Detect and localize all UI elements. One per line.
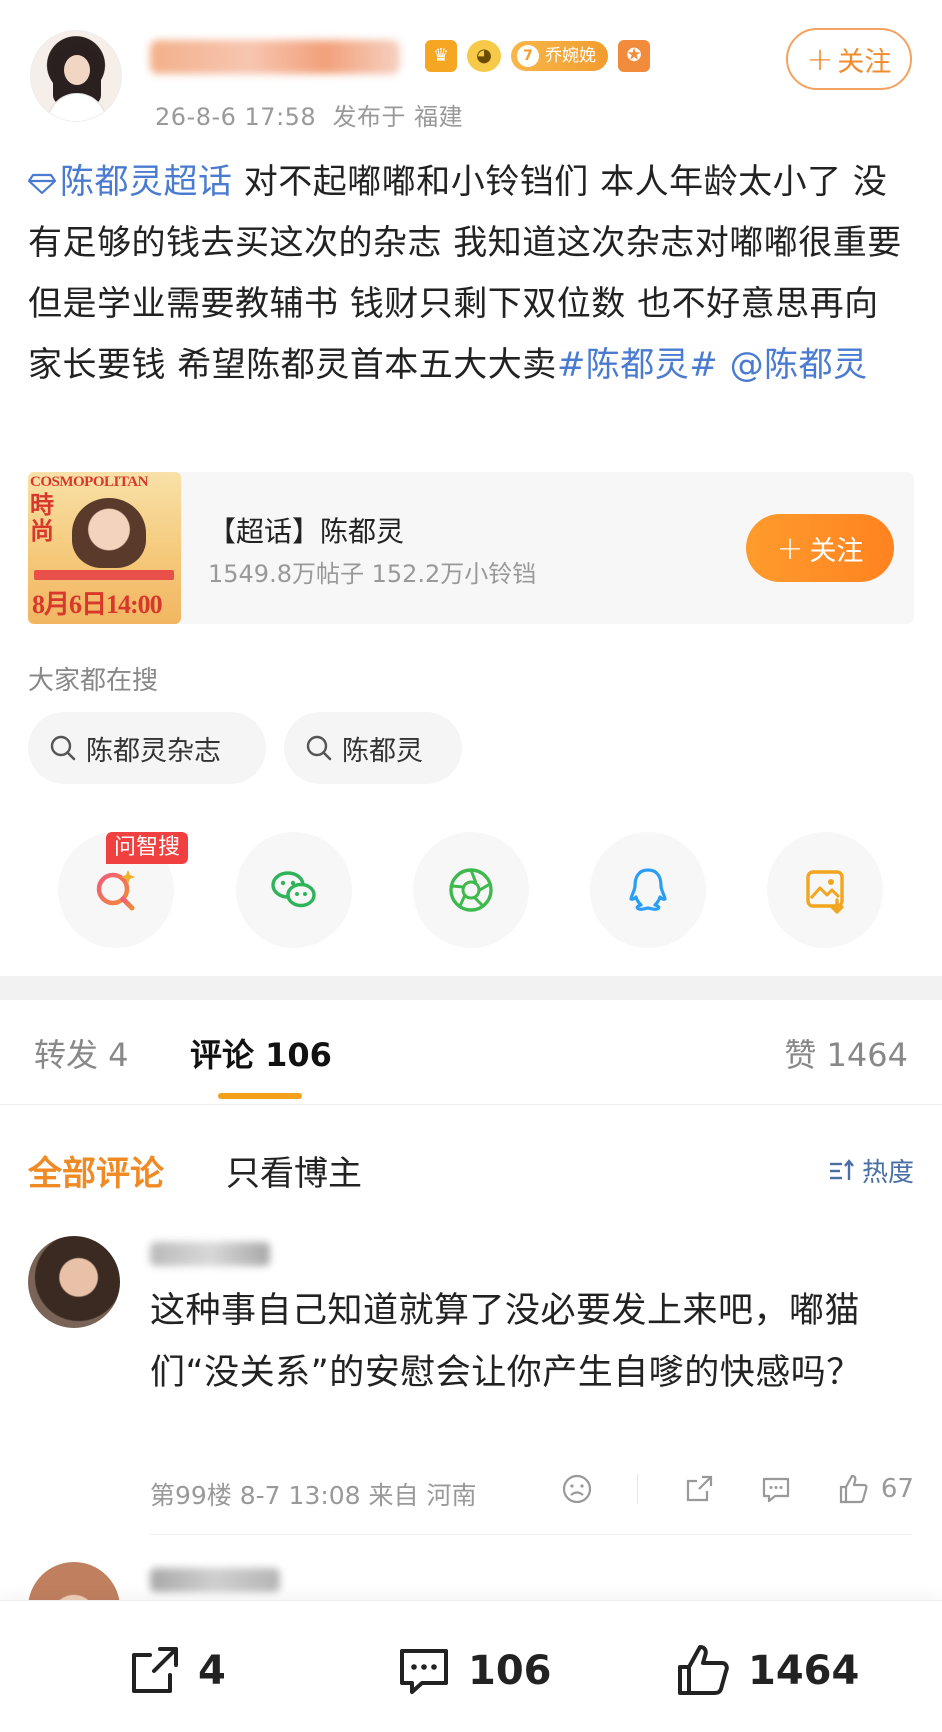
sort-icon [829,1158,854,1180]
search-chip-label: 陈都灵 [342,735,423,767]
commenter-name-redacted[interactable] [150,1568,280,1592]
cover-portrait [72,498,146,568]
tabs-divider [0,1104,942,1105]
comment-like-button[interactable]: 67 [837,1472,914,1506]
share-wechat-button[interactable] [236,832,352,948]
commenter-name-redacted[interactable] [150,1242,270,1266]
hashtag-link[interactable]: #陈都灵# [557,345,718,385]
follow-author-button[interactable]: + 关注 [786,28,912,90]
super-topic-name: 【超话】陈都灵 [208,515,405,548]
repost-button[interactable]: 4 [124,1641,226,1701]
plus-icon: + [776,529,804,567]
fan-level-name: 乔婉娩 [545,46,596,66]
super-topic-label: 陈都灵超话 [60,162,233,202]
dislike-face-icon[interactable] [560,1472,594,1506]
author-name-redacted[interactable] [150,40,400,74]
fish-badge-icon: ◕ [467,40,501,72]
search-chip-label: 陈都灵杂志 [86,735,221,767]
avatar-face [64,55,90,85]
post-meta: 26-8-6 17:58 发布于 福建 [155,97,463,132]
crown-badge-icon: ♛ [425,40,457,72]
repost-count: 4 [198,1648,226,1694]
super-topic-link[interactable]: 陈都灵超话 [28,162,233,202]
comment-meta: 第99楼 8-7 13:08 来自 河南 [150,1481,477,1510]
author-avatar[interactable] [30,30,122,122]
thumbs-up-icon [678,1645,729,1695]
comment-count: 106 [468,1648,552,1694]
active-tab-indicator [218,1093,302,1099]
filter-all-comments[interactable]: 全部评论 [28,1146,164,1195]
cover-date: 8月6日14:00 [32,590,163,619]
tab-reposts[interactable]: 转发 4 [34,1030,129,1076]
like-count: 1464 [748,1648,860,1694]
reply-icon[interactable] [759,1472,793,1506]
search-chip[interactable]: 陈都灵杂志 [28,712,266,784]
save-image-icon [806,870,844,914]
share-qq-button[interactable] [590,832,706,948]
comment-like-count: 67 [880,1474,914,1504]
filter-author-only[interactable]: 只看博主 [226,1146,362,1195]
cover-strip [34,570,174,580]
thumbs-up-icon [839,1474,868,1504]
comment-text: 这种事自己知道就算了没必要发上来吧，嘟猫们“没关系”的安慰会让你产生自嗲的快感吗… [150,1291,862,1393]
tab-comments[interactable]: 评论 106 [190,1030,332,1076]
diamond-icon [28,173,56,194]
save-image-button[interactable] [767,832,883,948]
like-button[interactable]: 1464 [674,1641,859,1701]
super-topic-stats: 1549.8万帖子 152.2万小铃铛 [208,560,537,588]
comment-button[interactable]: 106 [394,1641,552,1701]
sort-label: 热度 [861,1158,914,1188]
comment-actions: 67 [560,1472,914,1506]
wechat-icon [271,871,316,908]
post-text: 陈都灵超话 对不起嘟嘟和小铃铛们 本人年龄太小了 没有足够的钱去买这次的杂志 我… [28,152,908,396]
post-timestamp: 26-8-6 17:58 [155,103,317,131]
search-chip[interactable]: 陈都灵 [284,712,462,784]
cover-cn-title: 時尚 [30,491,54,545]
repost-icon [132,1647,178,1693]
follow-topic-button[interactable]: + 关注 [746,514,894,582]
fan-level-number: 7 [517,45,539,67]
tab-likes[interactable]: 赞 1464 [784,1030,908,1076]
post-location: 发布于 福建 [332,103,464,131]
follow-topic-label: 关注 [809,535,864,567]
author-badges: ♛ ◕ 7 乔婉娩 ✪ [425,40,650,72]
qq-icon [629,868,667,911]
cover-brand: COSMOPOLITAN [30,474,148,490]
commenter-avatar[interactable] [28,1236,120,1328]
share-icon[interactable] [682,1472,716,1506]
moments-icon [449,868,493,912]
sort-by-heat-button[interactable]: 热度 [828,1152,914,1189]
section-separator [0,976,942,1000]
ai-search-icon [96,870,135,911]
mention-link[interactable]: @陈都灵 [718,345,868,385]
comment-icon [400,1649,448,1694]
comment-divider [150,1534,912,1535]
action-separator [637,1474,639,1504]
super-topic-card[interactable]: COSMOPOLITAN 時尚 8月6日14:00 【超话】陈都灵 1549.8… [28,472,914,624]
search-icon [50,735,76,761]
fan-level-badge: 7 乔婉娩 [511,41,608,71]
ai-search-tag: 问智搜 [106,832,189,864]
magazine-cover-image: COSMOPOLITAN 時尚 8月6日14:00 [28,472,181,624]
share-moments-button[interactable] [413,832,529,948]
trending-search-heading: 大家都在搜 [28,666,159,696]
star-badge-icon: ✪ [618,40,650,72]
follow-author-label: 关注 [837,46,892,78]
search-icon [306,735,332,761]
plus-icon: + [806,40,834,78]
bottom-action-bar: 4 106 1464 [0,1600,942,1732]
